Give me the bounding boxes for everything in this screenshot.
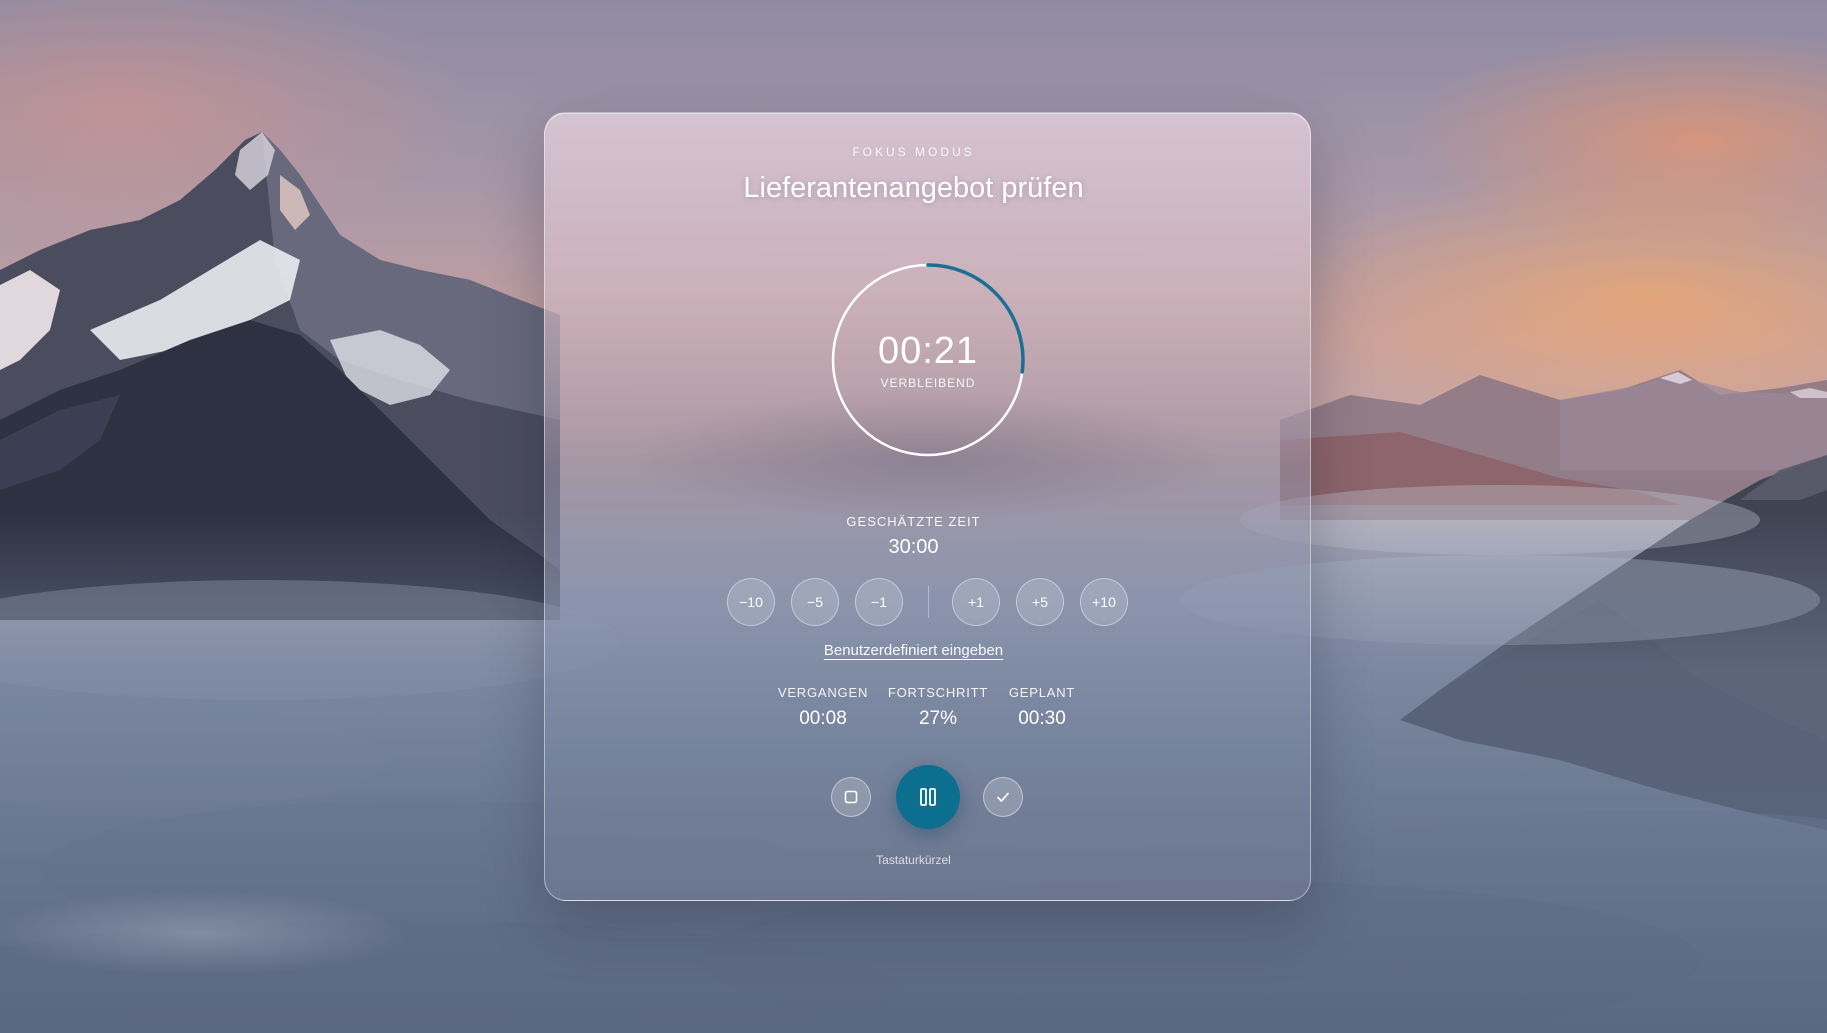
custom-entry-row: Benutzerdefiniert eingeben — [0, 642, 1827, 659]
stat-progress-label: FORTSCHRITT — [887, 685, 989, 700]
shortcuts-row: Tastaturkürzel — [0, 853, 1827, 867]
pause-icon — [920, 788, 936, 806]
remaining-label: VERBLEIBEND — [880, 376, 976, 390]
adjust-divider — [928, 586, 929, 618]
plus-10-button[interactable]: +10 — [1080, 578, 1128, 626]
minus-5-button[interactable]: −5 — [791, 578, 839, 626]
stat-planned-value: 00:30 — [1018, 708, 1066, 729]
pause-button[interactable] — [896, 765, 960, 829]
estimate-value: 30:00 — [888, 536, 939, 558]
remaining-time: 00:21 — [877, 330, 979, 372]
stat-planned-label: GEPLANT — [1008, 685, 1076, 700]
checkmark-icon — [997, 792, 1009, 802]
plus-1-button[interactable]: +1 — [952, 578, 1000, 626]
custom-entry-link[interactable]: Benutzerdefiniert eingeben — [824, 642, 1003, 659]
minus-1-button[interactable]: −1 — [855, 578, 903, 626]
stat-elapsed: VERGANGEN 00:08 — [768, 685, 878, 730]
stat-progress-value: 27% — [918, 708, 958, 729]
estimate-label: GESCHÄTZTE ZEIT — [846, 514, 981, 529]
stat-progress: FORTSCHRITT 27% — [883, 685, 993, 730]
shortcuts-link[interactable]: Tastaturkürzel — [876, 853, 951, 867]
stop-button[interactable] — [831, 777, 871, 817]
countdown-ring: 00:21 VERBLEIBEND — [830, 262, 1026, 458]
complete-button[interactable] — [983, 777, 1023, 817]
stat-elapsed-label: VERGANGEN — [777, 685, 869, 700]
stat-elapsed-value: 00:08 — [799, 708, 847, 729]
plus-5-button[interactable]: +5 — [1016, 578, 1064, 626]
task-title: Lieferantenangebot prüfen — [743, 172, 1084, 204]
minus-10-button[interactable]: −10 — [727, 578, 775, 626]
stat-planned: GEPLANT 00:30 — [987, 685, 1097, 730]
stop-icon — [844, 790, 858, 804]
mode-label: FOKUS MODUS — [852, 145, 975, 159]
